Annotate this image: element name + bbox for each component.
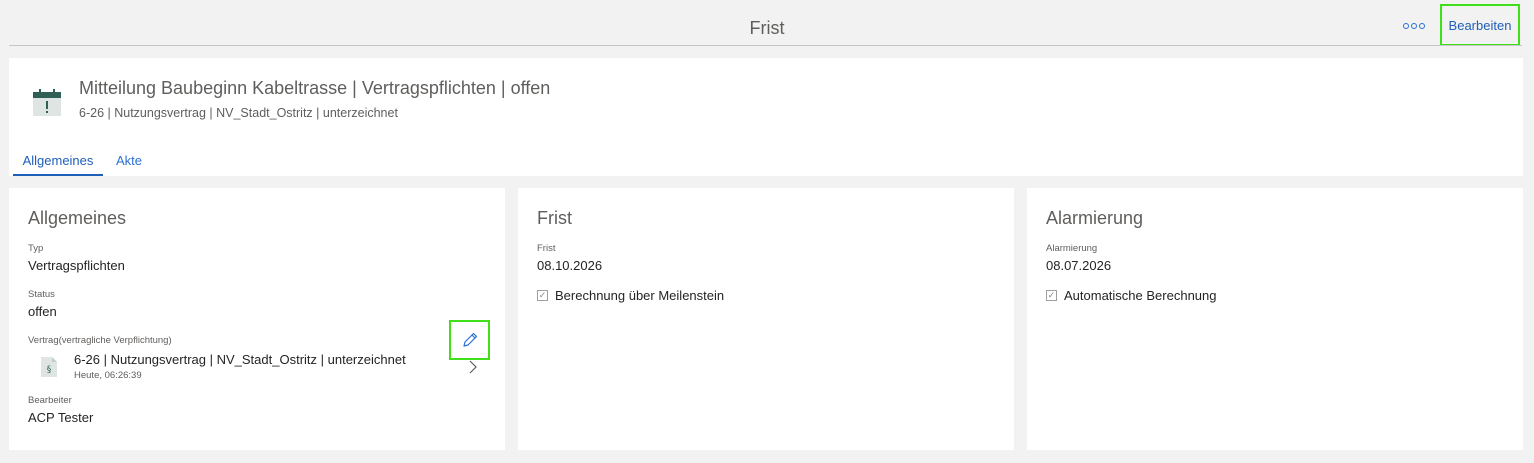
more-options-button[interactable] xyxy=(1403,18,1425,34)
contract-timestamp: Heute, 06:26:39 xyxy=(74,370,142,381)
auto-calc-label: Automatische Berechnung xyxy=(1064,288,1217,303)
edit-contract-button[interactable] xyxy=(449,320,490,360)
contract-title: 6-26 | Nutzungsvertrag | NV_Stadt_Ostrit… xyxy=(74,352,406,367)
deadline-card-title: Frist xyxy=(537,208,572,228)
alarm-card-title: Alarmierung xyxy=(1046,208,1144,228)
status-label: Status xyxy=(28,289,55,300)
type-label: Typ xyxy=(28,243,44,254)
chevron-right-icon[interactable] xyxy=(467,360,479,374)
deadline-label: Frist xyxy=(537,243,556,254)
edit-button-label: Bearbeiten xyxy=(1448,17,1512,33)
alarm-label: Alarmierung xyxy=(1046,243,1098,254)
pencil-icon xyxy=(462,332,477,347)
page-title: Frist xyxy=(749,18,785,38)
record-title: Mitteilung Baubeginn Kabeltrasse | Vertr… xyxy=(79,78,551,98)
contract-label: Vertrag(vertragliche Verpflichtung) xyxy=(28,335,172,346)
auto-calc-checkbox-row: ✓ Automatische Berechnung xyxy=(1046,288,1216,303)
milestone-calc-checkbox[interactable]: ✓ xyxy=(537,290,548,301)
alarm-card: Alarmierung Alarmierung 08.07.2026 ✓ Aut… xyxy=(1027,188,1523,450)
status-value: offen xyxy=(28,304,57,319)
edit-button[interactable]: Bearbeiten xyxy=(1440,4,1520,46)
deadline-card: Frist Frist 08.10.2026 ✓ Berechnung über… xyxy=(518,188,1014,450)
svg-text:§: § xyxy=(47,365,52,375)
editor-label: Bearbeiter xyxy=(28,395,72,406)
calendar-alert-icon xyxy=(33,89,61,116)
milestone-calc-checkbox-row: ✓ Berechnung über Meilenstein xyxy=(537,288,724,303)
auto-calc-checkbox[interactable]: ✓ xyxy=(1046,290,1057,301)
general-card-title: Allgemeines xyxy=(28,208,127,228)
editor-value: ACP Tester xyxy=(28,410,94,425)
top-bar: Frist Bearbeiten xyxy=(0,0,1534,46)
record-subtitle: 6-26 | Nutzungsvertrag | NV_Stadt_Ostrit… xyxy=(79,106,398,120)
tab-allgemeines[interactable]: Allgemeines xyxy=(13,153,103,176)
general-card: Allgemeines Typ Vertragspflichten Status… xyxy=(9,188,505,450)
milestone-calc-label: Berechnung über Meilenstein xyxy=(555,288,725,303)
type-value: Vertragspflichten xyxy=(28,258,125,273)
alarm-value: 08.07.2026 xyxy=(1046,258,1112,273)
record-header: Mitteilung Baubeginn Kabeltrasse | Vertr… xyxy=(9,58,1523,176)
more-icon xyxy=(1403,23,1425,29)
contract-link[interactable]: § 6-26 | Nutzungsvertrag | NV_Stadt_Ostr… xyxy=(28,350,408,384)
header-divider xyxy=(9,45,1522,46)
deadline-value: 08.10.2026 xyxy=(537,258,603,273)
tab-akte[interactable]: Akte xyxy=(116,153,142,176)
paragraph-document-icon: § xyxy=(41,357,57,377)
